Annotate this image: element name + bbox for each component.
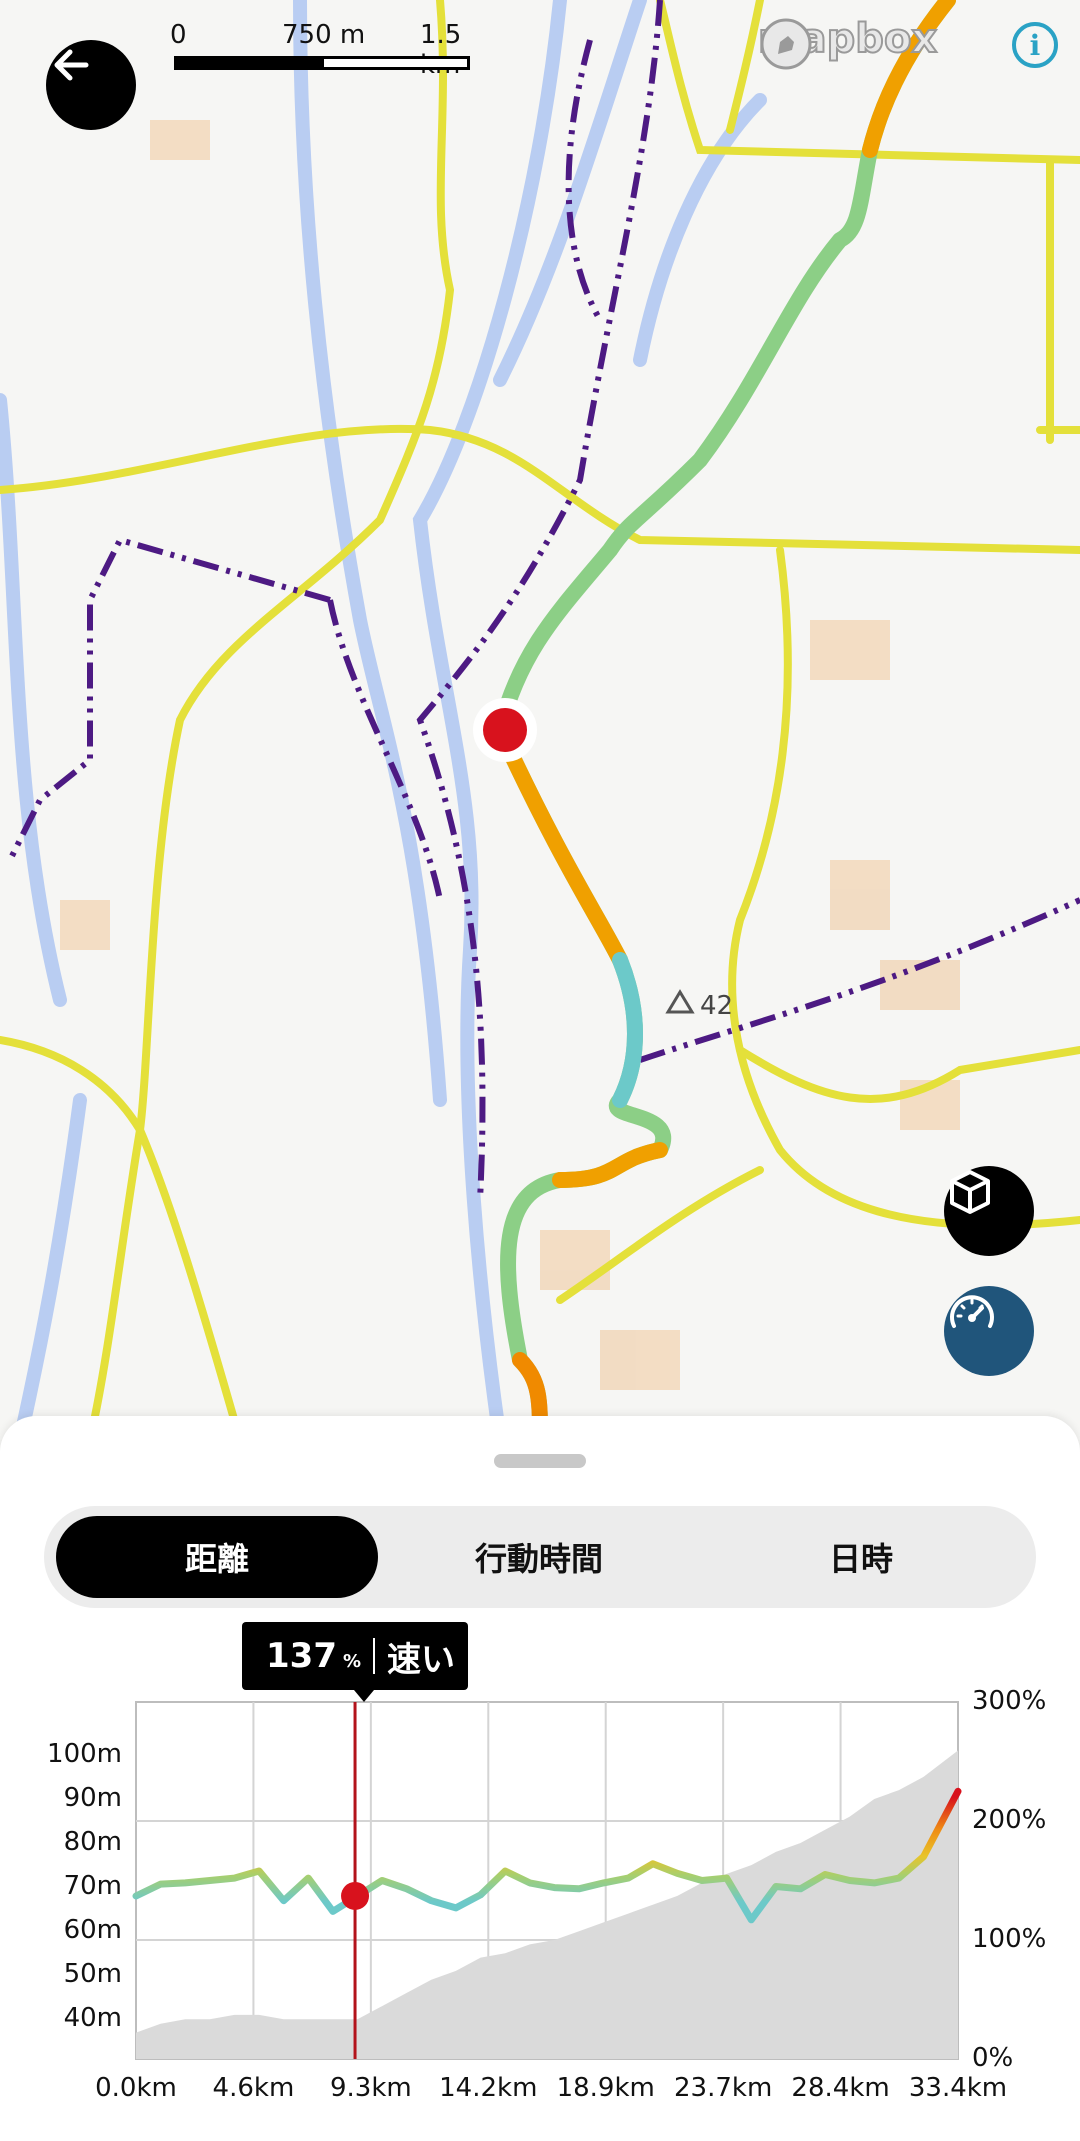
y-axis-left-label: 100m bbox=[47, 1738, 122, 1769]
x-axis-label: 4.6km bbox=[212, 2073, 295, 2103]
x-axis-label: 14.2km bbox=[439, 2073, 538, 2103]
x-axis-label: 28.4km bbox=[791, 2073, 890, 2103]
y-axis-left-label: 80m bbox=[63, 1827, 122, 1858]
x-axis-label: 23.7km bbox=[674, 2073, 773, 2103]
x-axis-label: 33.4km bbox=[908, 2073, 1008, 2103]
y-axis-left-label: 40m bbox=[63, 2003, 122, 2034]
y-axis-right-label: 0% bbox=[972, 2043, 1014, 2073]
tooltip-speed-label: 速い bbox=[387, 1639, 456, 1680]
chart-cursor-dot[interactable] bbox=[341, 1881, 370, 1910]
y-axis-left-label: 90m bbox=[63, 1782, 122, 1813]
x-axis-label: 18.9km bbox=[556, 2073, 655, 2103]
y-axis-right-label: 300% bbox=[972, 1686, 1047, 1716]
elevation-area bbox=[136, 1750, 958, 2059]
y-axis-left-label: 70m bbox=[63, 1871, 122, 1902]
elevation-speed-chart[interactable] bbox=[0, 0, 1080, 2141]
speed-tooltip: 137 % 速い bbox=[242, 1622, 468, 1702]
y-axis-left-label: 60m bbox=[63, 1915, 122, 1946]
x-axis-label: 9.3km bbox=[329, 2073, 412, 2103]
y-axis-left-label: 50m bbox=[63, 1959, 122, 1990]
tooltip-unit: % bbox=[342, 1650, 362, 1672]
y-axis-right-label: 100% bbox=[972, 1924, 1047, 1954]
tooltip-percent: 137 bbox=[266, 1636, 337, 1676]
y-axis-right-label: 200% bbox=[972, 1805, 1047, 1835]
x-axis-label: 0.0km bbox=[95, 2073, 177, 2103]
